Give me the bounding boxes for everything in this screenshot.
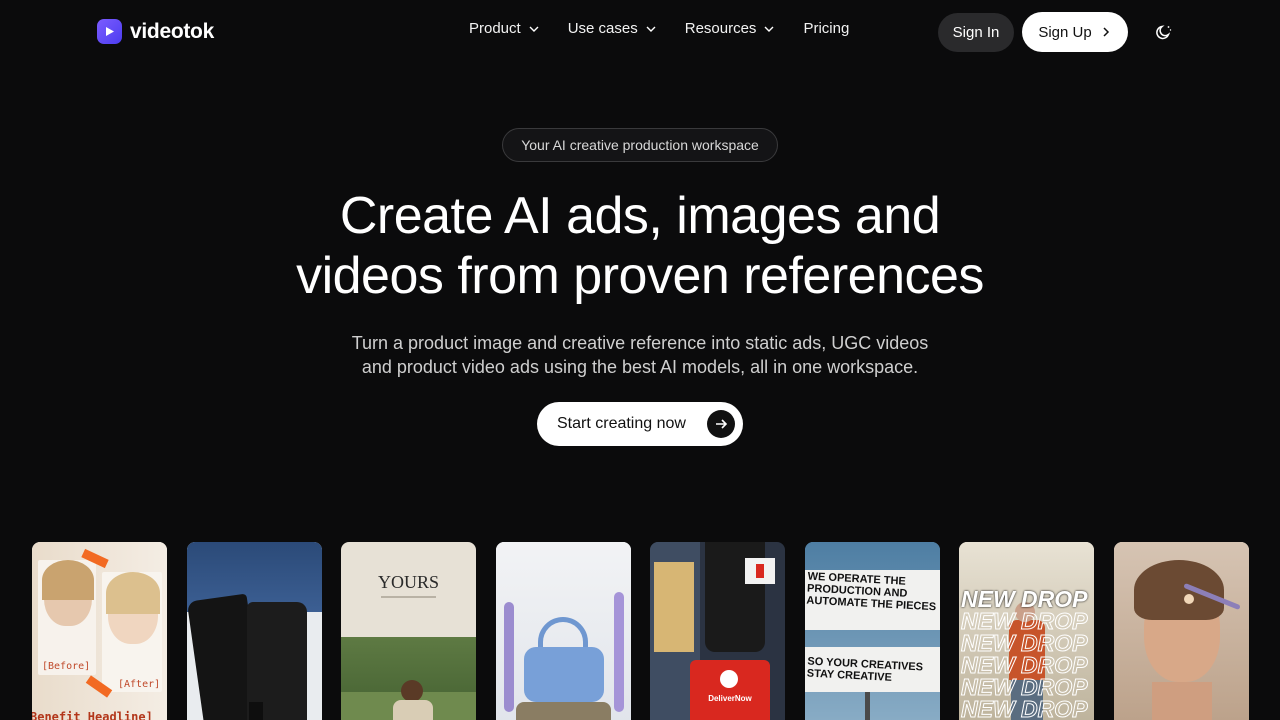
sign-up-button[interactable]: Sign Up	[1022, 12, 1128, 52]
gallery-card-makeup[interactable]	[1114, 542, 1249, 720]
nav-item-product[interactable]: Product	[469, 20, 540, 37]
billboard-top-text: WE OPERATE THE PRODUCTION AND AUTOMATE T…	[806, 570, 937, 614]
after-label: [After]	[118, 679, 161, 690]
before-label: [Before]	[42, 661, 91, 672]
new-drop-line-5: NEW DROP	[961, 674, 1088, 700]
gallery-card-delivery[interactable]: DeliverNow	[650, 542, 785, 720]
cta-label: Start creating now	[557, 415, 686, 432]
headline-line-1: Create AI ads, images and	[339, 187, 941, 245]
nav-item-pricing[interactable]: Pricing	[803, 20, 849, 37]
gallery-card-billboard[interactable]: WE OPERATE THE PRODUCTION AND AUTOMATE T…	[805, 542, 940, 720]
brand-name: videotok	[130, 19, 214, 43]
gallery-card-new-drop[interactable]: NEW DROP NEW DROP NEW DROP NEW DROP NEW …	[959, 542, 1094, 720]
theme-toggle-button[interactable]	[1154, 22, 1174, 42]
gallery-card-skincare[interactable]: [Before] [After] Benefit Headline]	[32, 542, 167, 720]
hero-headline: Create AI ads, images and videos from pr…	[0, 186, 1280, 306]
new-drop-line-4: NEW DROP	[961, 652, 1088, 678]
chevron-right-icon	[1103, 27, 1109, 37]
hero-badge: Your AI creative production workspace	[502, 128, 778, 162]
headline-line-2: videos from proven references	[296, 247, 984, 305]
card-headline: Benefit Headline]	[32, 710, 153, 720]
sign-in-button[interactable]: Sign In	[938, 13, 1014, 52]
main-menu: Product Use cases Resources Pricing	[469, 20, 849, 37]
new-drop-line-3: NEW DROP	[961, 630, 1088, 656]
nav-item-label: Pricing	[803, 20, 850, 37]
gallery-card-handbag[interactable]	[496, 542, 631, 720]
card-title: YOURS	[377, 572, 439, 592]
nav-item-label: Resources	[684, 20, 757, 37]
subtitle-line-2: and product video ads using the best AI …	[361, 357, 919, 377]
gallery-card-boots[interactable]	[187, 542, 322, 720]
arrow-right-icon	[707, 410, 735, 438]
logo-mark-icon	[97, 19, 122, 44]
nav-item-label: Product	[469, 20, 521, 37]
gallery-card-yours[interactable]: YOURS	[341, 542, 476, 720]
moon-icon	[1156, 25, 1172, 40]
sign-up-label: Sign Up	[1038, 23, 1092, 41]
chevron-down-icon	[529, 26, 539, 32]
subtitle-line-1: Turn a product image and creative refere…	[351, 333, 929, 353]
hero-subtitle: Turn a product image and creative refere…	[0, 331, 1280, 379]
nav-item-label: Use cases	[567, 20, 638, 37]
chevron-down-icon	[646, 26, 656, 32]
new-drop-line-6: NEW DROP	[961, 696, 1088, 720]
new-drop-line-1: NEW DROP	[961, 586, 1088, 612]
delivery-brand: DeliverNow	[708, 694, 752, 703]
chevron-down-icon	[764, 26, 774, 32]
top-nav: videotok Product Use cases Resources Pri…	[0, 0, 1280, 64]
new-drop-line-2: NEW DROP	[961, 608, 1088, 634]
brand-logo[interactable]: videotok	[97, 19, 214, 44]
nav-item-use-cases[interactable]: Use cases	[568, 20, 657, 37]
start-creating-button[interactable]: Start creating now	[537, 402, 743, 446]
nav-item-resources[interactable]: Resources	[685, 20, 776, 37]
